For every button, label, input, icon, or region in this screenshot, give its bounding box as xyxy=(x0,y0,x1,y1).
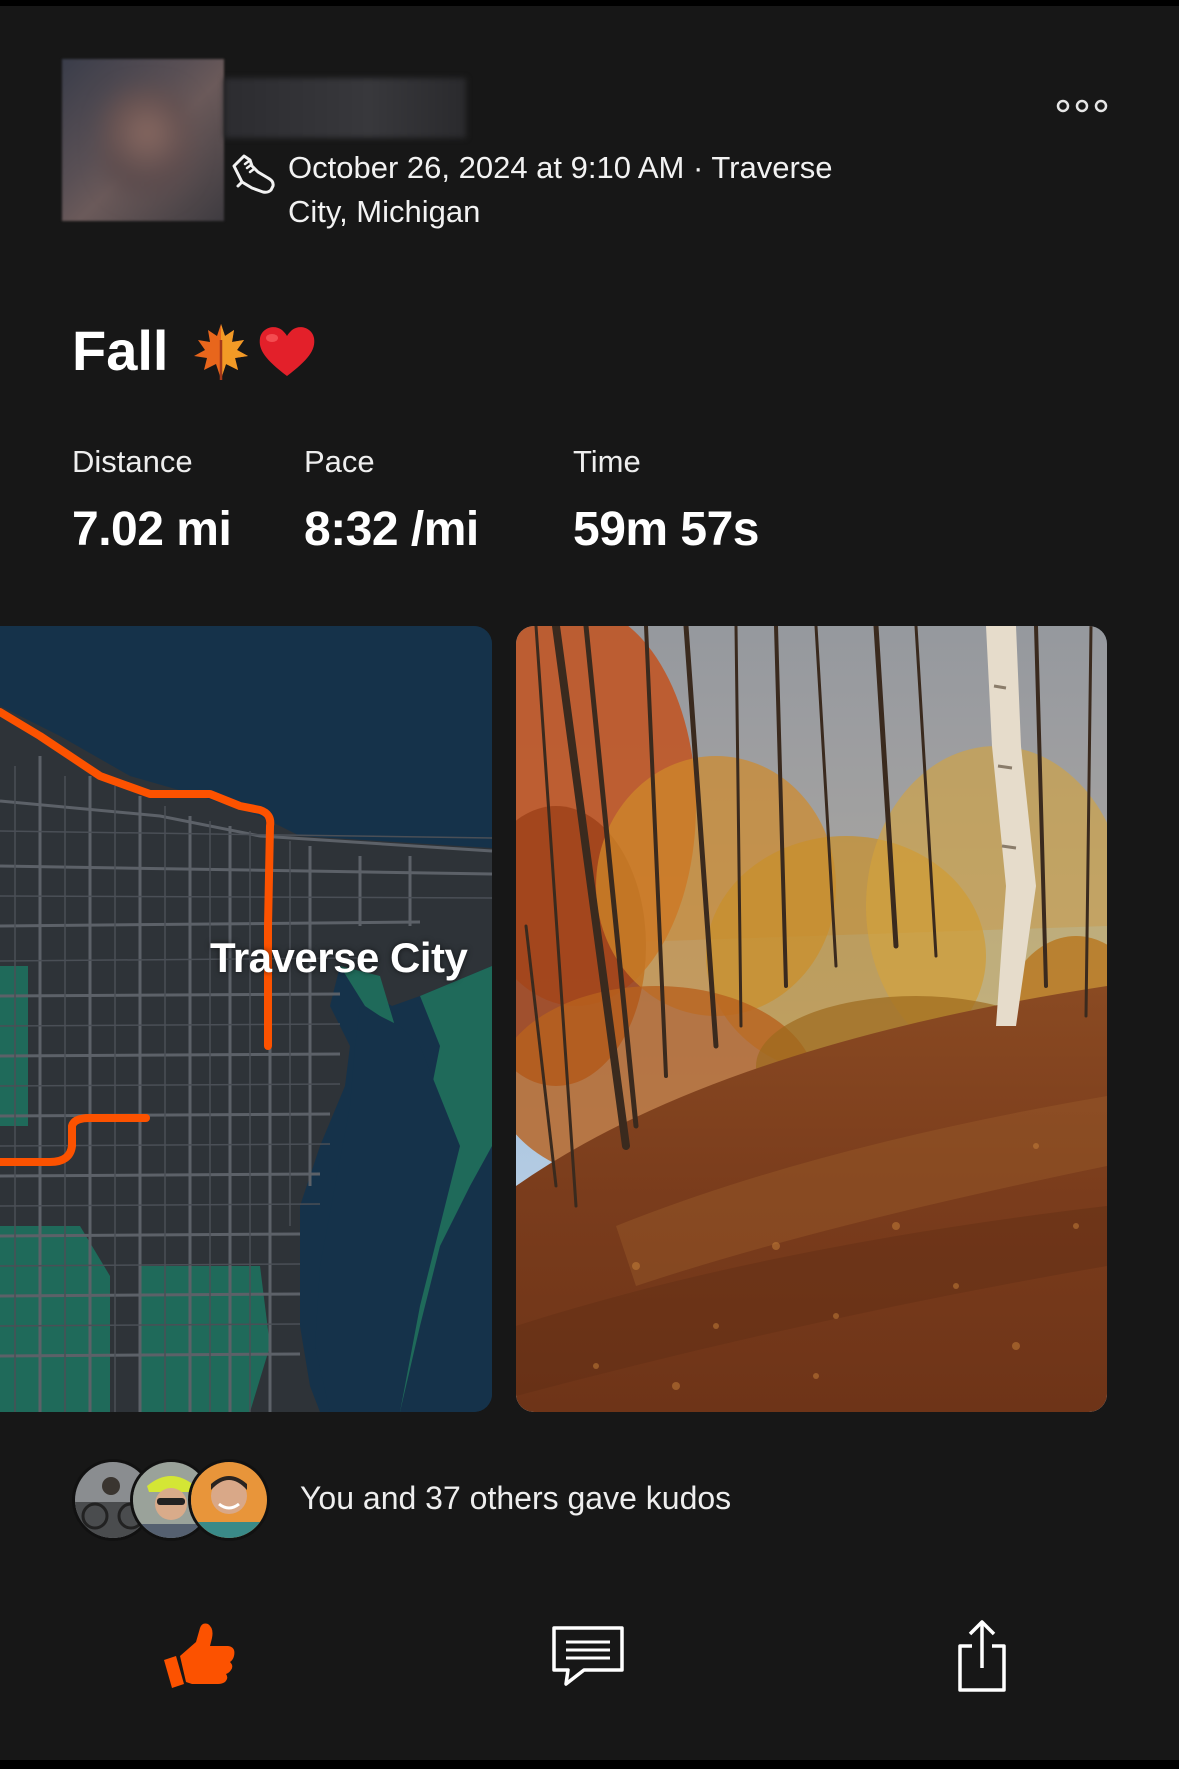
activity-title-row[interactable]: Fall xyxy=(72,316,318,386)
stat-value: 8:32 /mi xyxy=(304,503,479,556)
activity-card: October 26, 2024 at 9:10 AM · Traverse C… xyxy=(0,6,1179,1760)
activity-date-location: October 26, 2024 at 9:10 AM · Traverse C… xyxy=(288,150,833,229)
kudos-summary[interactable]: You and 37 others gave kudos xyxy=(300,1476,731,1520)
thumbs-up-icon[interactable] xyxy=(160,1616,240,1696)
stat-pace: Pace 8:32 /mi xyxy=(304,440,479,560)
share-icon[interactable] xyxy=(942,1616,1022,1696)
athlete-name[interactable] xyxy=(224,78,466,138)
stat-label: Pace xyxy=(304,444,375,479)
stat-label: Time xyxy=(573,444,641,479)
comment-icon[interactable] xyxy=(548,1616,628,1696)
route-map[interactable]: Traverse City xyxy=(0,626,492,1412)
red-heart-icon xyxy=(260,327,315,376)
stat-label: Distance xyxy=(72,444,193,479)
activity-title[interactable]: Fall xyxy=(72,316,168,386)
activity-photo[interactable] xyxy=(516,626,1107,1412)
running-shoe-icon xyxy=(232,154,275,194)
stat-time: Time 59m 57s xyxy=(573,440,760,560)
kudos-avatars[interactable] xyxy=(72,1459,278,1541)
maple-leaf-icon xyxy=(194,324,249,380)
stat-value: 7.02 mi xyxy=(72,503,232,556)
autumn-forest-photo xyxy=(516,626,1107,1412)
more-options-icon[interactable] xyxy=(1055,96,1109,116)
stat-value: 59m 57s xyxy=(573,503,760,556)
kudos-avatar xyxy=(188,1459,270,1541)
route-map-graphic xyxy=(0,626,492,1412)
athlete-avatar[interactable] xyxy=(62,59,224,221)
stat-distance: Distance 7.02 mi xyxy=(72,440,232,560)
map-place-label: Traverse City xyxy=(210,934,468,981)
